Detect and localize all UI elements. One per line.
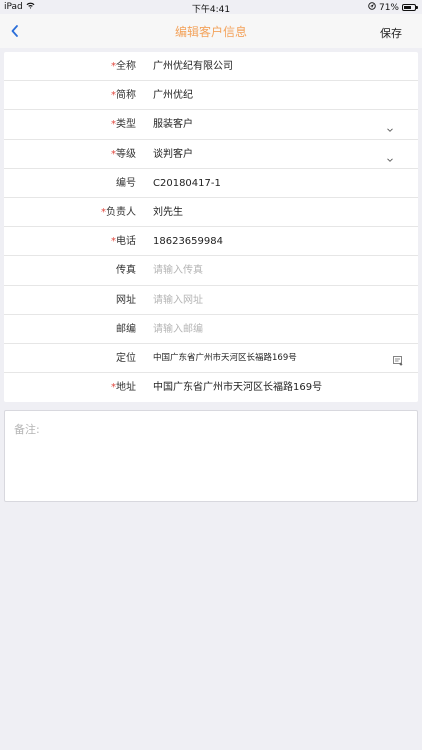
owner-input[interactable] xyxy=(153,197,373,227)
remark-box xyxy=(4,410,418,502)
form-row-fax: 传真 xyxy=(4,256,418,286)
website-input[interactable] xyxy=(153,285,373,315)
form-row-website: 网址 xyxy=(4,285,418,315)
form-row-type[interactable]: *类型 服装客户 xyxy=(4,110,418,140)
nav-bar: 编辑客户信息 保存 xyxy=(0,14,422,48)
form-row-phone: *电话 xyxy=(4,227,418,257)
form-row-postcode: 邮编 xyxy=(4,314,418,344)
full-name-input[interactable] xyxy=(153,52,373,81)
address-input[interactable] xyxy=(153,373,373,403)
customer-form: *全称 *简称 *类型 服装客户 *等级 谈判客户 编号 C20180417-1… xyxy=(4,52,418,403)
status-right: 71% xyxy=(368,2,418,13)
chevron-down-icon[interactable] xyxy=(386,119,394,133)
status-bar: iPad 下午4:41 71% xyxy=(0,0,422,15)
fax-input[interactable] xyxy=(153,256,373,286)
owner-label: *负责人 xyxy=(101,206,136,218)
remark-textarea[interactable] xyxy=(5,411,417,501)
form-row-location[interactable]: 定位 中国广东省广州市天河区长福路169号 xyxy=(4,344,418,374)
address-label: *地址 xyxy=(111,382,136,394)
form-row-address: *地址 xyxy=(4,373,418,403)
phone-label: *电话 xyxy=(111,236,136,248)
map-pin-edit-icon[interactable] xyxy=(392,352,404,366)
form-row-code: 编号 C20180417-1 xyxy=(4,169,418,198)
level-label: *等级 xyxy=(111,148,136,160)
code-value: C20180417-1 xyxy=(153,177,221,189)
form-row-level[interactable]: *等级 谈判客户 xyxy=(4,140,418,169)
save-button[interactable]: 保存 xyxy=(380,25,402,41)
short-name-input[interactable] xyxy=(153,81,373,111)
form-row-owner: *负责人 xyxy=(4,197,418,228)
code-label: 编号 xyxy=(116,177,136,189)
website-label: 网址 xyxy=(116,294,136,306)
location-label: 定位 xyxy=(116,352,136,364)
battery-fill xyxy=(404,6,412,9)
fax-label: 传真 xyxy=(116,265,136,277)
postcode-label: 邮编 xyxy=(116,323,136,335)
battery-percent: 71% xyxy=(378,2,399,13)
form-row-full-name: *全称 xyxy=(4,52,418,82)
page-title: 编辑客户信息 xyxy=(174,25,247,39)
short-name-label: *简称 xyxy=(111,90,136,102)
full-name-label: *全称 xyxy=(111,61,136,72)
phone-input[interactable] xyxy=(153,227,373,257)
form-row-short-name: *简称 xyxy=(4,81,418,111)
location-arrow-icon xyxy=(368,2,376,13)
chevron-down-icon[interactable] xyxy=(386,149,394,162)
level-select-value[interactable]: 谈判客户 xyxy=(153,140,373,169)
location-value: 中国广东省广州市天河区长福路169号 xyxy=(153,352,297,363)
type-select-value[interactable]: 服装客户 xyxy=(153,110,373,139)
postcode-input[interactable] xyxy=(153,314,373,344)
type-label: *类型 xyxy=(111,119,136,131)
battery-icon xyxy=(402,4,418,11)
